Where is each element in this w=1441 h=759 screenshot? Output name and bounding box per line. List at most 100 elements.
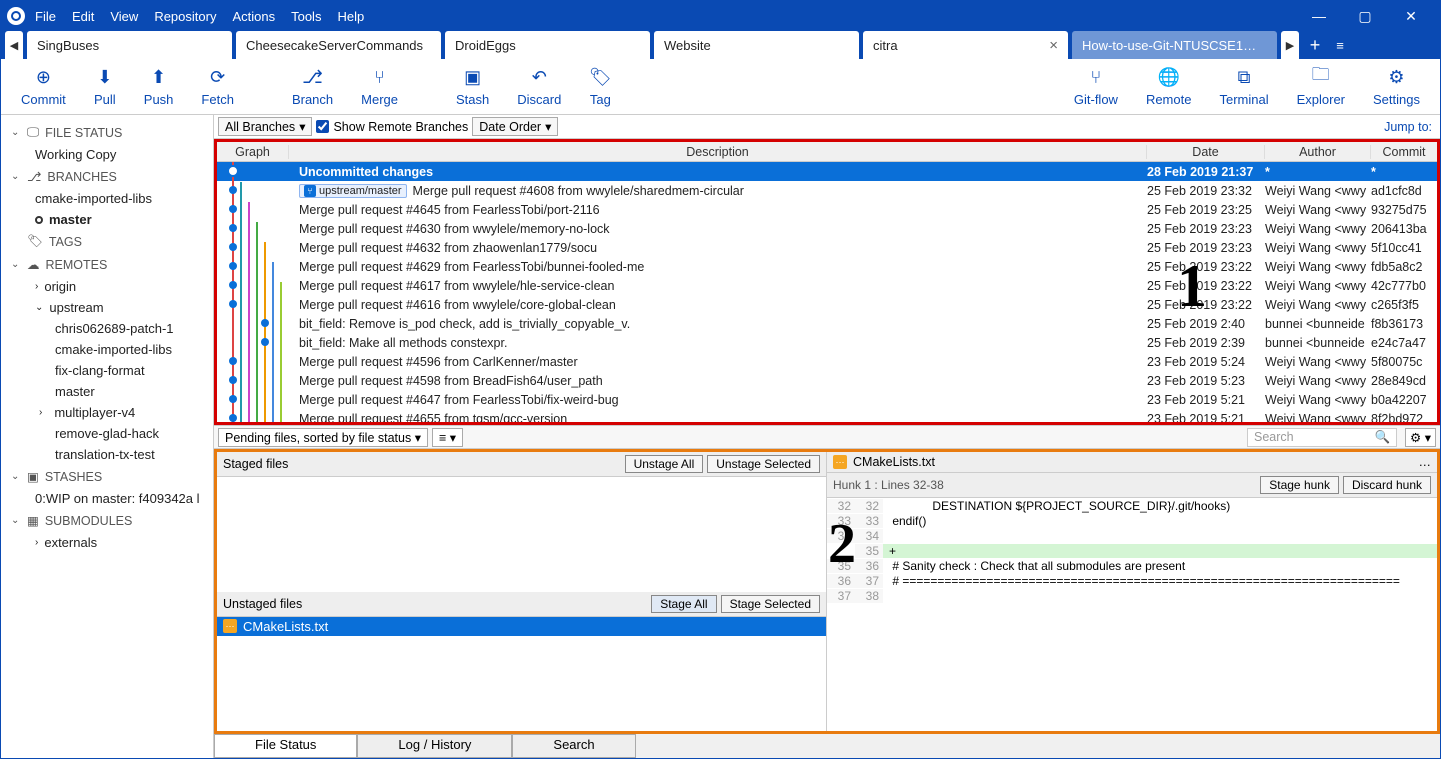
header-graph[interactable]: Graph bbox=[217, 145, 289, 159]
sidebar-stash-item[interactable]: 0:WIP on master: f409342a l bbox=[1, 488, 213, 509]
staged-file-list[interactable]: 2 bbox=[217, 477, 826, 592]
branch-filter-select[interactable]: All Branches ▾ bbox=[218, 117, 312, 136]
stage-selected-button[interactable]: Stage Selected bbox=[721, 595, 820, 613]
push-button[interactable]: ⬆Push bbox=[130, 66, 188, 107]
tab-website[interactable]: Website bbox=[654, 31, 859, 59]
show-remote-checkbox[interactable]: Show Remote Branches bbox=[316, 120, 468, 134]
settings-button[interactable]: ⚙Settings bbox=[1359, 66, 1434, 107]
sidebar-remote-branch[interactable]: remove-glad-hack bbox=[1, 423, 213, 444]
sidebar-tags-header[interactable]: › 🏷 TAGS bbox=[1, 230, 213, 253]
tab-menu-icon[interactable]: ≡ bbox=[1331, 31, 1349, 59]
unstage-all-button[interactable]: Unstage All bbox=[625, 455, 704, 473]
sidebar-submodule-item[interactable]: › externals bbox=[1, 532, 213, 553]
bottom-tab-search[interactable]: Search bbox=[512, 734, 635, 758]
diff-body[interactable]: 3232 DESTINATION ${PROJECT_SOURCE_DIR}/.… bbox=[827, 498, 1437, 731]
menu-help[interactable]: Help bbox=[337, 9, 364, 24]
terminal-button[interactable]: ⧉Terminal bbox=[1205, 66, 1282, 107]
unstaged-file-list[interactable]: ⋯ CMakeLists.txt bbox=[217, 617, 826, 732]
pending-options-button[interactable]: ⚙ ▾ bbox=[1405, 428, 1436, 447]
sidebar-stashes-header[interactable]: ⌄ ▣ STASHES bbox=[1, 465, 213, 488]
commit-row[interactable]: Merge pull request #4647 from FearlessTo… bbox=[217, 390, 1437, 409]
sidebar-remote-branch[interactable]: chris062689-patch-1 bbox=[1, 318, 213, 339]
branch-tag[interactable]: ⑂upstream/master bbox=[299, 184, 407, 198]
sidebar-branches-header[interactable]: ⌄ ⎇ BRANCHES bbox=[1, 165, 213, 188]
fetch-button[interactable]: ⟳Fetch bbox=[187, 66, 248, 107]
remote-button[interactable]: 🌐Remote bbox=[1132, 66, 1206, 107]
discard-button[interactable]: ↶Discard bbox=[503, 66, 575, 107]
menu-view[interactable]: View bbox=[110, 9, 138, 24]
sidebar-branch-master[interactable]: master bbox=[1, 209, 213, 230]
branch-button[interactable]: ⎇Branch bbox=[278, 66, 347, 107]
pending-view-select[interactable]: ≡ ▾ bbox=[432, 428, 463, 447]
unstaged-file-row[interactable]: ⋯ CMakeLists.txt bbox=[217, 617, 826, 636]
stage-hunk-button[interactable]: Stage hunk bbox=[1260, 476, 1339, 494]
pull-button[interactable]: ⬇Pull bbox=[80, 66, 130, 107]
sidebar-remote-upstream[interactable]: ⌄ upstream bbox=[1, 297, 213, 318]
sidebar-submodules-header[interactable]: ⌄ ▦ SUBMODULES bbox=[1, 509, 213, 532]
header-description[interactable]: Description bbox=[289, 145, 1147, 159]
sidebar-remote-branch[interactable]: translation-tx-test bbox=[1, 444, 213, 465]
commit-row[interactable]: Merge pull request #4655 from tgsm/gcc-v… bbox=[217, 409, 1437, 422]
jump-to-link[interactable]: Jump to: bbox=[1384, 120, 1436, 134]
pending-search-input[interactable]: Search🔍 bbox=[1247, 428, 1397, 447]
sidebar-filestatus-header[interactable]: ⌄ 🖵 FILE STATUS bbox=[1, 121, 213, 144]
sidebar-remote-branch[interactable]: cmake-imported-libs bbox=[1, 339, 213, 360]
commit-row[interactable]: Merge pull request #4617 from wwylele/hl… bbox=[217, 276, 1437, 295]
sidebar-remote-branch[interactable]: master bbox=[1, 381, 213, 402]
date-order-select[interactable]: Date Order ▾ bbox=[472, 117, 558, 136]
diff-line[interactable]: 3738 bbox=[827, 588, 1437, 603]
commit-row[interactable]: Uncommitted changes28 Feb 2019 21:37** bbox=[217, 162, 1437, 181]
new-tab-icon[interactable]: + bbox=[1303, 31, 1327, 59]
bottom-tab-filestatus[interactable]: File Status bbox=[214, 734, 357, 758]
commit-button[interactable]: ⊕Commit bbox=[7, 66, 80, 107]
menu-actions[interactable]: Actions bbox=[232, 9, 275, 24]
commit-row[interactable]: Merge pull request #4632 from zhaowenlan… bbox=[217, 238, 1437, 257]
commit-row[interactable]: Merge pull request #4645 from FearlessTo… bbox=[217, 200, 1437, 219]
stash-button[interactable]: ▣Stash bbox=[442, 66, 503, 107]
sidebar-remote-branch[interactable]: fix-clang-format bbox=[1, 360, 213, 381]
tab-howto[interactable]: How-to-use-Git-NTUSCSE1… bbox=[1072, 31, 1277, 59]
diff-more-icon[interactable]: … bbox=[1419, 455, 1432, 469]
menu-edit[interactable]: Edit bbox=[72, 9, 94, 24]
sidebar-remote-branch[interactable]: ›multiplayer-v4 bbox=[1, 402, 213, 423]
sidebar-remote-origin[interactable]: › origin bbox=[1, 276, 213, 297]
commit-row[interactable]: Merge pull request #4630 from wwylele/me… bbox=[217, 219, 1437, 238]
merge-button[interactable]: ⑂Merge bbox=[347, 66, 412, 107]
header-commit[interactable]: Commit bbox=[1371, 145, 1437, 159]
diff-line[interactable]: 3232 DESTINATION ${PROJECT_SOURCE_DIR}/.… bbox=[827, 498, 1437, 513]
commit-row[interactable]: ⑂upstream/masterMerge pull request #4608… bbox=[217, 181, 1437, 200]
sidebar-remotes-header[interactable]: ⌄ ☁ REMOTES bbox=[1, 253, 213, 276]
discard-hunk-button[interactable]: Discard hunk bbox=[1343, 476, 1431, 494]
tab-scroll-right-icon[interactable]: ▶ bbox=[1281, 31, 1299, 59]
tag-button[interactable]: 🏷Tag bbox=[575, 66, 625, 107]
sidebar-branch-cmake[interactable]: cmake-imported-libs bbox=[1, 188, 213, 209]
commit-row[interactable]: bit_field: Remove is_pod check, add is_t… bbox=[217, 314, 1437, 333]
header-date[interactable]: Date bbox=[1147, 145, 1265, 159]
tab-singbuses[interactable]: SingBuses bbox=[27, 31, 232, 59]
window-maximize-icon[interactable]: ▢ bbox=[1342, 1, 1388, 31]
diff-line[interactable]: 35+ bbox=[827, 543, 1437, 558]
tab-droideggs[interactable]: DroidEggs bbox=[445, 31, 650, 59]
commit-row[interactable]: Merge pull request #4629 from FearlessTo… bbox=[217, 257, 1437, 276]
gitflow-button[interactable]: ⑂Git-flow bbox=[1060, 66, 1132, 107]
commit-row[interactable]: Merge pull request #4596 from CarlKenner… bbox=[217, 352, 1437, 371]
remote-check-input[interactable] bbox=[316, 120, 329, 133]
commit-row[interactable]: Merge pull request #4616 from wwylele/co… bbox=[217, 295, 1437, 314]
diff-line[interactable]: 3637 # =================================… bbox=[827, 573, 1437, 588]
stage-all-button[interactable]: Stage All bbox=[651, 595, 716, 613]
window-minimize-icon[interactable]: — bbox=[1296, 1, 1342, 31]
menu-repository[interactable]: Repository bbox=[154, 9, 216, 24]
menu-file[interactable]: File bbox=[35, 9, 56, 24]
commit-row[interactable]: bit_field: Make all methods constexpr.25… bbox=[217, 333, 1437, 352]
commit-row[interactable]: Merge pull request #4598 from BreadFish6… bbox=[217, 371, 1437, 390]
diff-line[interactable]: 3333 endif() bbox=[827, 513, 1437, 528]
header-author[interactable]: Author bbox=[1265, 145, 1371, 159]
window-close-icon[interactable]: ✕ bbox=[1388, 1, 1434, 31]
pending-sort-select[interactable]: Pending files, sorted by file status ▾ bbox=[218, 428, 428, 447]
tab-scroll-left-icon[interactable]: ◀ bbox=[5, 31, 23, 59]
unstage-selected-button[interactable]: Unstage Selected bbox=[707, 455, 820, 473]
explorer-button[interactable]: 🗀Explorer bbox=[1283, 66, 1359, 107]
tab-close-icon[interactable]: × bbox=[1049, 37, 1058, 54]
tab-cheesecake[interactable]: CheesecakeServerCommands bbox=[236, 31, 441, 59]
diff-line[interactable]: 3536 # Sanity check : Check that all sub… bbox=[827, 558, 1437, 573]
